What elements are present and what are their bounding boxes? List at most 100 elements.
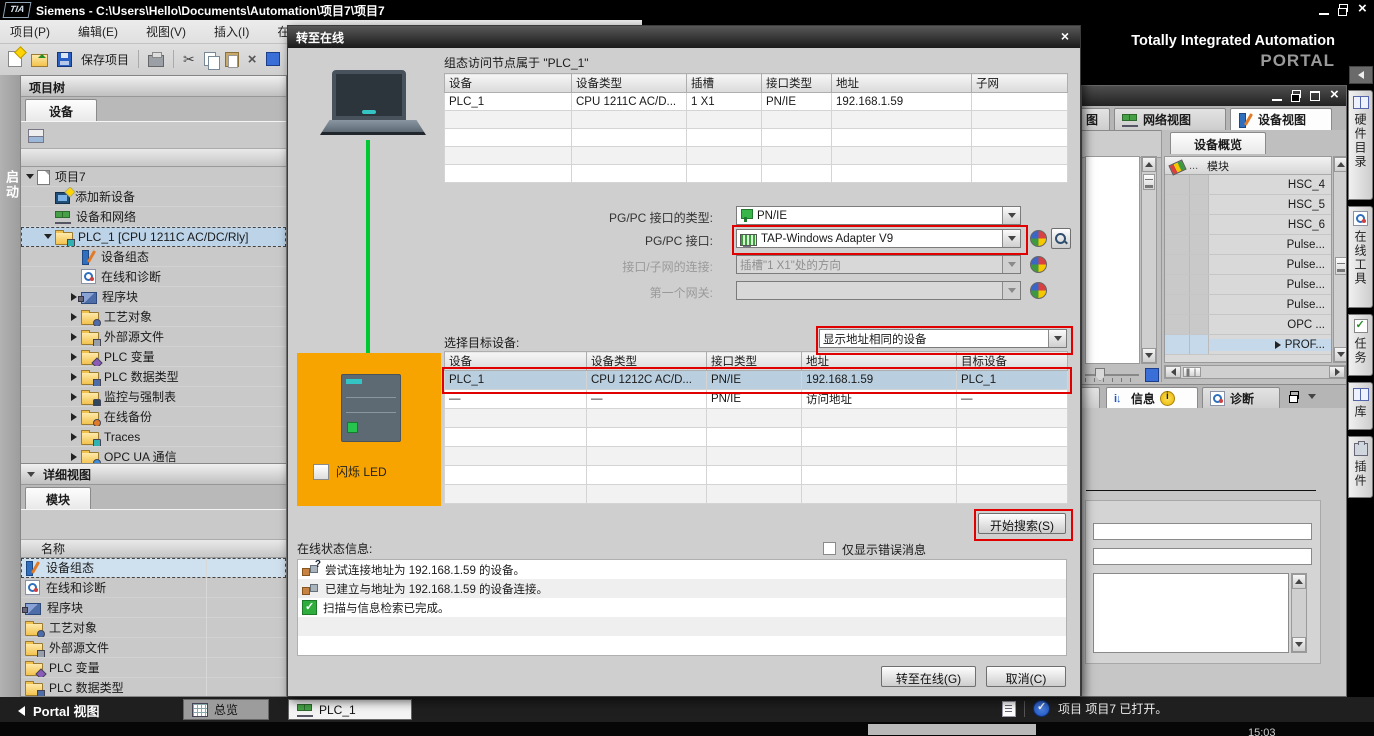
tab-properties-cut[interactable] [1081,387,1100,409]
tree-item[interactable]: 工艺对象 [21,307,286,327]
dots-column-header[interactable]: ... [1189,160,1207,172]
split-view-icon[interactable] [28,129,44,143]
module-row[interactable]: Pulse... [1165,235,1331,255]
flash-led-checkbox[interactable] [313,464,329,480]
tab-info[interactable]: 信息 [1106,387,1198,409]
scroll-up-icon[interactable] [1337,162,1345,167]
column-header[interactable]: 设备类型 [572,74,687,93]
expand-right-icon[interactable] [67,353,81,361]
column-header[interactable]: 设备 [445,352,587,371]
scroll-down-icon[interactable] [1295,642,1303,647]
scroll-up-icon[interactable] [1145,162,1153,167]
expand-right-icon[interactable] [67,313,81,321]
copy-icon[interactable] [204,52,216,66]
device-row[interactable]: PLC_1CPU 1212C AC/D...PN/IE192.168.1.59P… [445,371,1068,390]
tree-item[interactable]: 程序块 [21,287,286,307]
scroll-handle[interactable] [1143,174,1155,190]
dropdown-arrow[interactable] [1002,207,1020,224]
scroll-down-icon[interactable] [1145,353,1153,358]
cut-icon[interactable]: ✂ [183,52,195,66]
module-row[interactable]: HSC_4 [1165,175,1331,195]
undo-icon[interactable] [266,52,280,66]
expand-right-icon[interactable] [67,433,81,441]
device-row[interactable]: PLC_1CPU 1211C AC/D...1 X1PN/IE192.168.1… [445,93,1068,111]
chevron-down-icon[interactable] [1308,394,1316,399]
cancel-button[interactable]: 取消(C) [986,666,1066,687]
minimize-icon[interactable] [1269,89,1285,103]
maximize-icon[interactable] [1307,89,1323,103]
tree-item[interactable]: Traces [21,427,286,447]
status-message[interactable]: 项目 项目7 已打开。 [1058,700,1167,717]
tab-device-overview[interactable]: 设备概览 [1170,132,1266,154]
shield-icon[interactable] [1030,256,1047,273]
go-online-button[interactable]: 转至在线(G) [881,666,976,687]
open-project-icon[interactable] [31,54,48,67]
column-header[interactable]: 子网 [972,74,1068,93]
module-row[interactable]: PROF... [1165,335,1331,355]
empty-row[interactable] [445,428,1068,447]
dialog-close-icon[interactable]: × [1053,28,1077,46]
overview-button[interactable]: 总览 [183,699,269,720]
tree-item[interactable]: 在线备份 [21,407,286,427]
tree-item[interactable]: PLC 数据类型 [21,367,286,387]
tree-item[interactable]: PLC 变量 [21,347,286,367]
save-project-label[interactable]: 保存项目 [81,51,129,68]
tree-item[interactable]: 外部源文件 [21,327,286,347]
expand-right-icon[interactable] [1275,341,1281,349]
zoom-slider[interactable] [1085,368,1161,383]
overview-vscrollbar[interactable] [1333,156,1347,363]
inspector-field-1[interactable] [1093,523,1312,540]
column-header[interactable]: 设备 [445,74,572,93]
canvas-vscrollbar[interactable] [1141,156,1157,364]
menu-item-0[interactable]: 项目(P) [10,23,50,40]
scroll-right-icon[interactable] [1335,368,1340,376]
column-header[interactable]: 接口类型 [707,352,802,371]
start-search-button[interactable]: 开始搜索(S) [978,513,1066,534]
column-header[interactable]: 目标设备 [957,352,1068,371]
inspector-field-2[interactable] [1093,548,1312,565]
side-tab-online-tools[interactable]: 在线工具 [1348,206,1373,308]
empty-row[interactable] [445,165,1068,183]
scroll-down-icon[interactable] [1337,352,1345,357]
delete-icon[interactable]: × [248,53,257,66]
column-header[interactable]: 插槽 [687,74,762,93]
shield-icon[interactable] [1030,230,1047,247]
empty-row[interactable] [445,129,1068,147]
detail-list-item[interactable]: 程序块 [21,598,286,618]
scroll-up-icon[interactable] [1295,579,1303,584]
module-row[interactable]: Pulse... [1165,295,1331,315]
empty-row[interactable] [445,466,1068,485]
empty-row[interactable] [445,147,1068,165]
dropdown-arrow[interactable] [1002,230,1020,247]
detail-list-item[interactable]: PLC 变量 [21,658,286,678]
detail-list-item[interactable]: 在线和诊断 [21,578,286,598]
expand-right-icon[interactable] [67,333,81,341]
subnet-connection-select[interactable]: 插槽"1 X1"处的方向 [736,255,1021,274]
side-tab-tasks[interactable]: 任务 [1348,314,1373,376]
detail-list-item[interactable]: PLC 数据类型 [21,678,286,697]
close-icon[interactable] [1354,3,1370,17]
scroll-handle[interactable] [1335,257,1347,275]
empty-row[interactable] [445,447,1068,466]
empty-row[interactable] [445,111,1068,129]
menu-item-2[interactable]: 视图(V) [146,23,186,40]
tab-devices[interactable]: 设备 [25,99,97,121]
pgpc-interface-type-select[interactable]: PN/IE [736,206,1021,225]
menu-item-1[interactable]: 编辑(E) [78,23,118,40]
errors-only-checkbox[interactable] [823,542,836,555]
pgpc-interface-select[interactable]: TAP-Windows Adapter V9 [736,229,1021,248]
inspector-textarea[interactable] [1093,573,1289,653]
column-header[interactable]: 地址 [832,74,972,93]
memory-card-icon[interactable] [1002,701,1016,717]
textarea-vscrollbar[interactable] [1291,573,1307,653]
detail-view-header[interactable]: 详细视图 [21,463,286,485]
tree-item[interactable]: 设备组态 [21,247,286,267]
fit-view-icon[interactable] [1145,368,1159,382]
tab-modules[interactable]: 模块 [25,487,91,509]
save-project-icon[interactable] [57,52,72,67]
tab-device-view[interactable]: 设备视图 [1230,108,1332,130]
device-view-canvas[interactable] [1085,156,1140,364]
module-row[interactable]: Pulse... [1165,255,1331,275]
restore-icon[interactable] [1288,89,1304,103]
minimize-icon[interactable] [1316,3,1332,17]
